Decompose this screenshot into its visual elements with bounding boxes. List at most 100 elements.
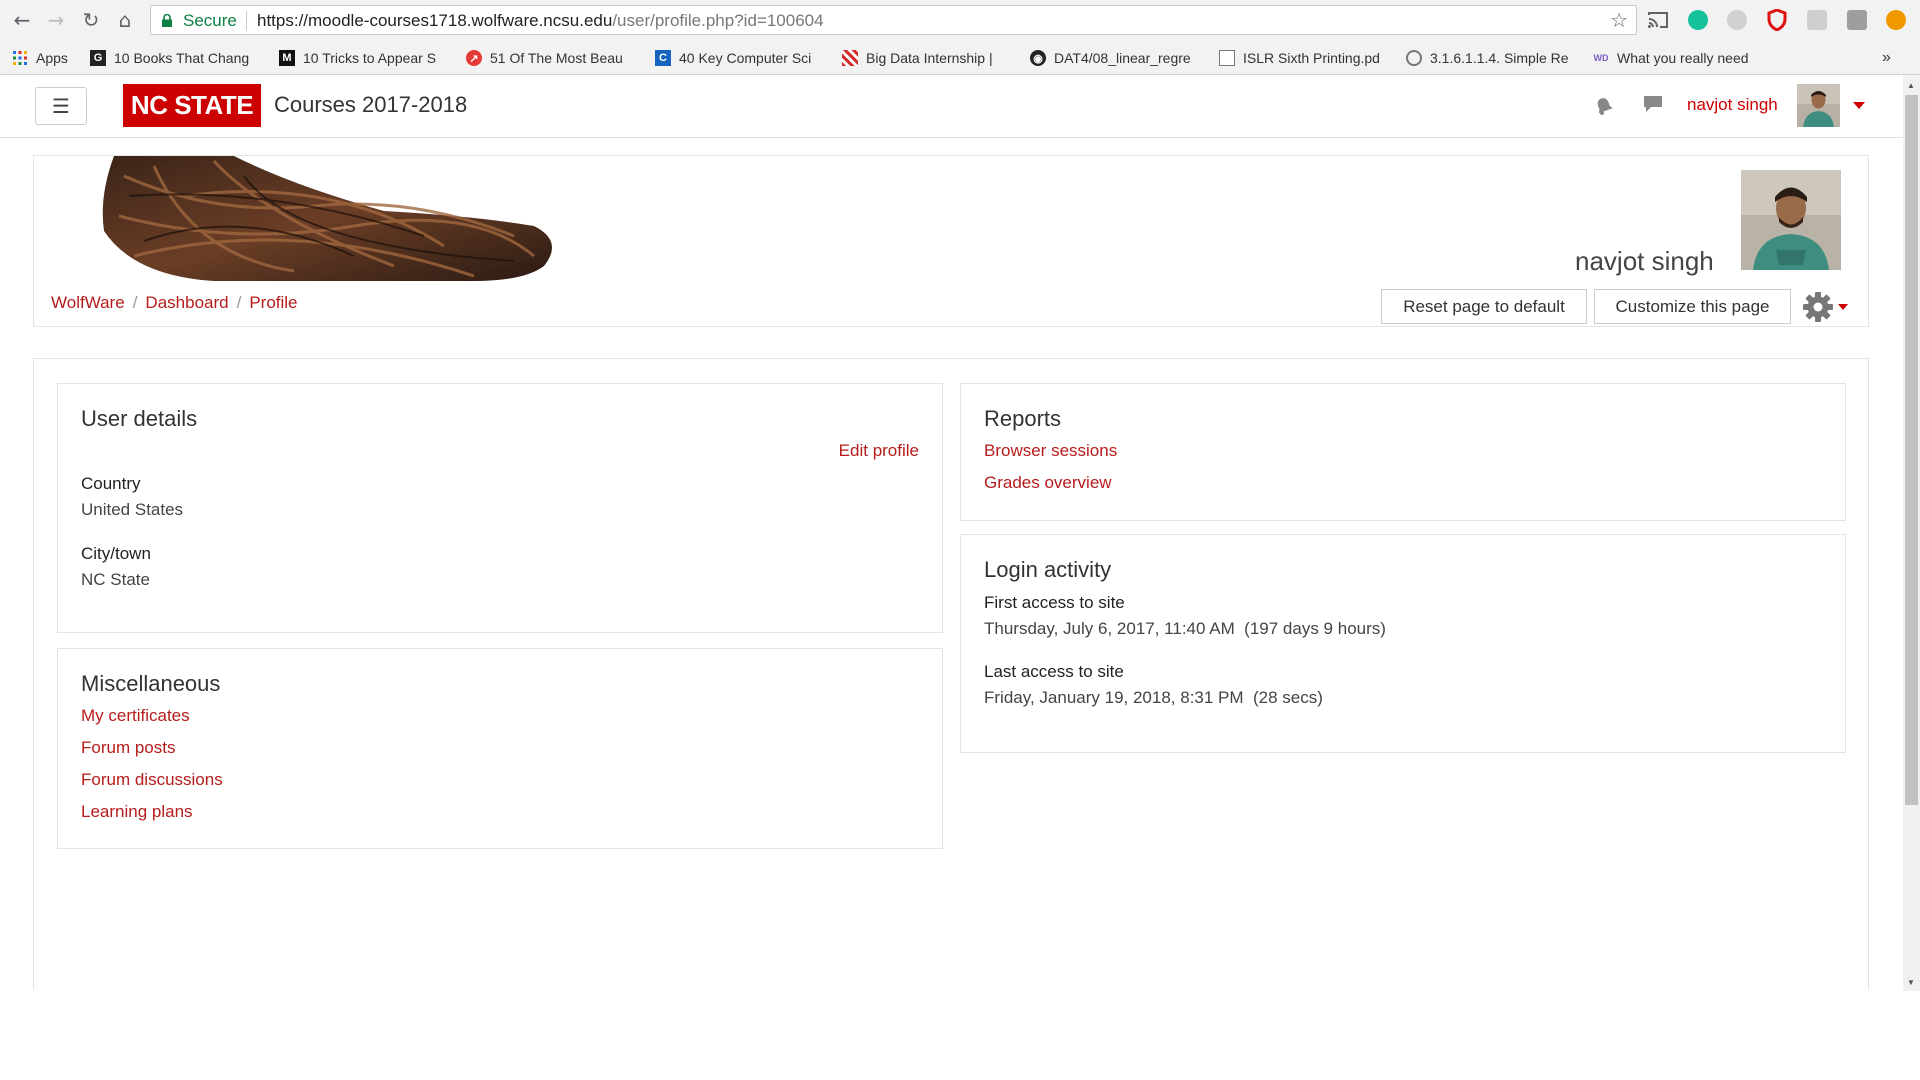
document-favicon-icon [1219,50,1235,66]
medium-favicon-icon: M [279,50,295,66]
bookmark-label: 3.1.6.1.1.4. Simple Re [1430,50,1569,66]
profile-name-heading: navjot singh [1575,246,1714,276]
forward-icon[interactable]: → [44,8,68,32]
bookmark-item[interactable]: ISLR Sixth Printing.pd [1219,48,1391,68]
divider [246,11,247,31]
reload-icon[interactable]: ↻ [79,8,103,32]
breadcrumb-link-wolfware[interactable]: WolfWare [51,293,125,313]
bookmark-label: 51 Of The Most Beau [490,50,623,66]
reset-page-button[interactable]: Reset page to default [1381,289,1587,324]
customize-page-button[interactable]: Customize this page [1594,289,1791,324]
first-access-value: Thursday, July 6, 2017, 11:40 AM (197 da… [984,619,1386,638]
bookmark-item[interactable]: M 10 Tricks to Appear S [279,48,449,68]
bookmark-item[interactable]: ◉ DAT4/08_linear_regre [1030,48,1202,68]
profile-picture [1741,170,1841,270]
back-icon[interactable]: ← [10,8,34,32]
scroll-down-icon[interactable]: ▼ [1907,978,1915,987]
site-navbar: ☰ NC STATE Courses 2017-2018 navjot sing… [0,75,1903,138]
messages-icon[interactable] [1643,94,1663,114]
country-value: United States [81,500,184,519]
site-name[interactable]: Courses 2017-2018 [274,92,467,118]
bookmark-star-icon[interactable]: ☆ [1610,8,1628,32]
shield-extension-icon[interactable] [1767,9,1787,31]
vertical-scrollbar[interactable]: ▲ ▼ [1903,75,1920,991]
breadcrumb-link-profile[interactable]: Profile [249,293,297,313]
bookmark-apps[interactable]: Apps [12,48,82,68]
bookmark-label: 10 Tricks to Appear S [303,50,437,66]
notifications-bell-icon[interactable] [1594,96,1614,116]
login-activity-title: Login activity [984,557,1112,582]
reports-title: Reports [984,406,1062,431]
home-icon[interactable]: ⌂ [113,8,137,32]
bookmark-item[interactable]: WD What you really need [1593,48,1765,68]
nav-drawer-toggle-button[interactable]: ☰ [35,87,87,125]
trend-favicon-icon: ↗ [466,50,482,66]
browser-toolbar: ← → ↻ ⌂ Secure https://moodle-courses171… [0,0,1920,40]
first-access-label: First access to site [984,593,1125,612]
city-label: City/town [81,544,151,563]
extension-icon[interactable] [1847,10,1867,30]
settings-caret-icon[interactable] [1838,304,1848,310]
bookmark-label: ISLR Sixth Printing.pd [1243,50,1380,66]
more-bookmarks-button[interactable]: » [1882,48,1891,68]
goodreads-favicon-icon: G [90,50,106,66]
city-value: NC State [81,570,150,589]
learning-plans-link[interactable]: Learning plans [81,802,193,822]
wd-favicon-icon: WD [1593,53,1609,63]
main-region: User details Edit profile Country United… [33,358,1869,990]
user-menu-caret-icon[interactable] [1853,102,1865,109]
cast-icon[interactable] [1647,10,1669,30]
update-alert-icon[interactable] [1886,10,1906,30]
page-header: navjot singh WolfWare / Dashboard / Prof… [33,155,1869,327]
scrollbar-thumb[interactable] [1905,95,1918,805]
skype-extension-icon[interactable] [1727,10,1747,30]
forum-discussions-link[interactable]: Forum discussions [81,770,223,790]
country-label: Country [81,474,141,493]
bookmarks-bar: Apps G 10 Books That Chang M 10 Tricks t… [0,40,1920,75]
miscellaneous-title: Miscellaneous [81,671,221,696]
miscellaneous-card: Miscellaneous My certificates Forum post… [57,648,943,849]
user-menu-name[interactable]: navjot singh [1687,95,1778,115]
scroll-up-icon[interactable]: ▲ [1907,81,1915,90]
user-details-card: User details Edit profile Country United… [57,383,943,633]
user-avatar[interactable] [1797,84,1840,127]
bookmark-label: 40 Key Computer Sci [679,50,812,66]
url-text: https://moodle-courses1718.wolfware.ncsu… [257,11,824,31]
browser-sessions-link[interactable]: Browser sessions [984,441,1117,461]
breadcrumb: WolfWare / Dashboard / Profile [51,293,298,313]
my-certificates-link[interactable]: My certificates [81,706,190,726]
breadcrumb-separator: / [132,293,138,312]
bookmark-label: DAT4/08_linear_regre [1054,50,1191,66]
url-path: /user/profile.php?id=100604 [612,11,824,30]
bookmark-item[interactable]: C 40 Key Computer Sci [655,48,827,68]
forum-posts-link[interactable]: Forum posts [81,738,175,758]
bookmark-label: What you really need [1617,50,1749,66]
breadcrumb-link-dashboard[interactable]: Dashboard [145,293,228,313]
bookmark-item[interactable]: G 10 Books That Chang [90,48,262,68]
bookmark-item[interactable]: 3.1.6.1.1.4. Simple Re [1406,48,1576,68]
user-details-title: User details [81,406,198,431]
url-domain: https://moodle-courses1718.wolfware.ncsu… [257,11,613,30]
grammarly-extension-icon[interactable] [1688,10,1708,30]
checker-favicon-icon [842,50,858,66]
settings-gear-icon[interactable] [1802,291,1834,323]
address-bar[interactable]: Secure https://moodle-courses1718.wolfwa… [150,5,1637,35]
extension-icon[interactable] [1807,10,1827,30]
last-access-label: Last access to site [984,662,1124,681]
header-sculpture-image [102,156,552,281]
hex-favicon-icon [1406,50,1422,66]
breadcrumb-separator: / [236,293,242,312]
secure-label: Secure [183,11,237,30]
github-favicon-icon: ◉ [1030,50,1046,66]
grades-overview-link[interactable]: Grades overview [984,473,1112,493]
reports-card: Reports Browser sessions Grades overview [960,383,1846,521]
bookmark-item[interactable]: Big Data Internship | [842,48,1012,68]
bookmark-label: 10 Books That Chang [114,50,250,66]
bookmark-label: Big Data Internship | [866,50,993,66]
lock-icon [162,14,172,27]
nc-state-logo[interactable]: NC STATE [123,84,261,127]
edit-profile-link[interactable]: Edit profile [839,441,919,461]
login-activity-card: Login activity First access to site Thur… [960,534,1846,753]
apps-grid-icon [12,50,28,66]
bookmark-item[interactable]: ↗ 51 Of The Most Beau [466,48,638,68]
